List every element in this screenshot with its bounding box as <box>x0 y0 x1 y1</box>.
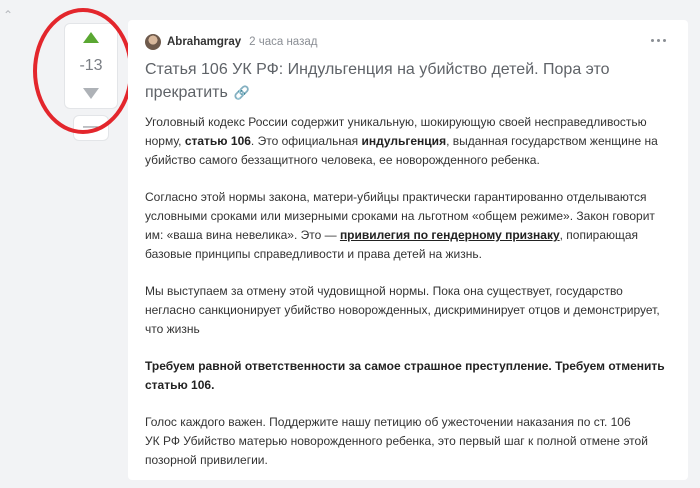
paragraph-1: Уголовный кодекс России содержит уникаль… <box>145 113 675 170</box>
upvote-arrow-icon[interactable] <box>83 32 99 43</box>
paragraph-4: Требуем равной ответственности за самое … <box>145 357 675 395</box>
collapse-post-button[interactable]: — <box>73 115 109 141</box>
paragraph-3: Мы выступаем за отмену этой чудовищной н… <box>145 284 660 336</box>
post-header: Abrahamgray 2 часа назад <box>145 33 317 51</box>
paragraph-5: Голос каждого важен. Поддержите нашу пет… <box>145 413 675 470</box>
paragraph-line: позорной привилегии. <box>145 453 268 467</box>
vote-count: -13 <box>79 57 103 74</box>
avatar[interactable] <box>145 34 161 50</box>
post-title[interactable]: Статья 106 УК РФ: Индульгенция на убийст… <box>145 58 665 104</box>
bold-underlined-text: привилегия по гендерному признаку <box>339 228 560 242</box>
downvote-arrow-icon[interactable] <box>83 88 99 99</box>
bold-text: статью 106 <box>184 134 251 148</box>
link-icon[interactable]: 🔗 <box>234 81 250 104</box>
post-title-text[interactable]: Статья 106 УК РФ: Индульгенция на убийст… <box>145 61 610 101</box>
more-options-icon[interactable] <box>651 39 666 42</box>
post-body: Уголовный кодекс России содержит уникаль… <box>145 113 675 488</box>
bold-text: Требуем равной ответственности за самое … <box>145 359 665 392</box>
paragraph-line: УК РФ Убийство матерью новорожденного ре… <box>145 434 648 448</box>
paragraph-text: . Это официальная <box>250 134 362 148</box>
bold-text: индульгенция <box>361 134 447 148</box>
post-time: 2 часа назад <box>249 36 318 48</box>
paragraph-2: Согласно этой нормы закона, матери-убийц… <box>145 188 675 264</box>
post-card: Abrahamgray 2 часа назад Статья 106 УК Р… <box>128 20 688 480</box>
chevron-up-icon[interactable]: ⌃ <box>3 9 15 21</box>
author-name[interactable]: Abrahamgray <box>167 36 241 48</box>
vote-panel: -13 <box>64 23 118 109</box>
paragraph-line: Голос каждого важен. Поддержите нашу пет… <box>145 415 631 429</box>
